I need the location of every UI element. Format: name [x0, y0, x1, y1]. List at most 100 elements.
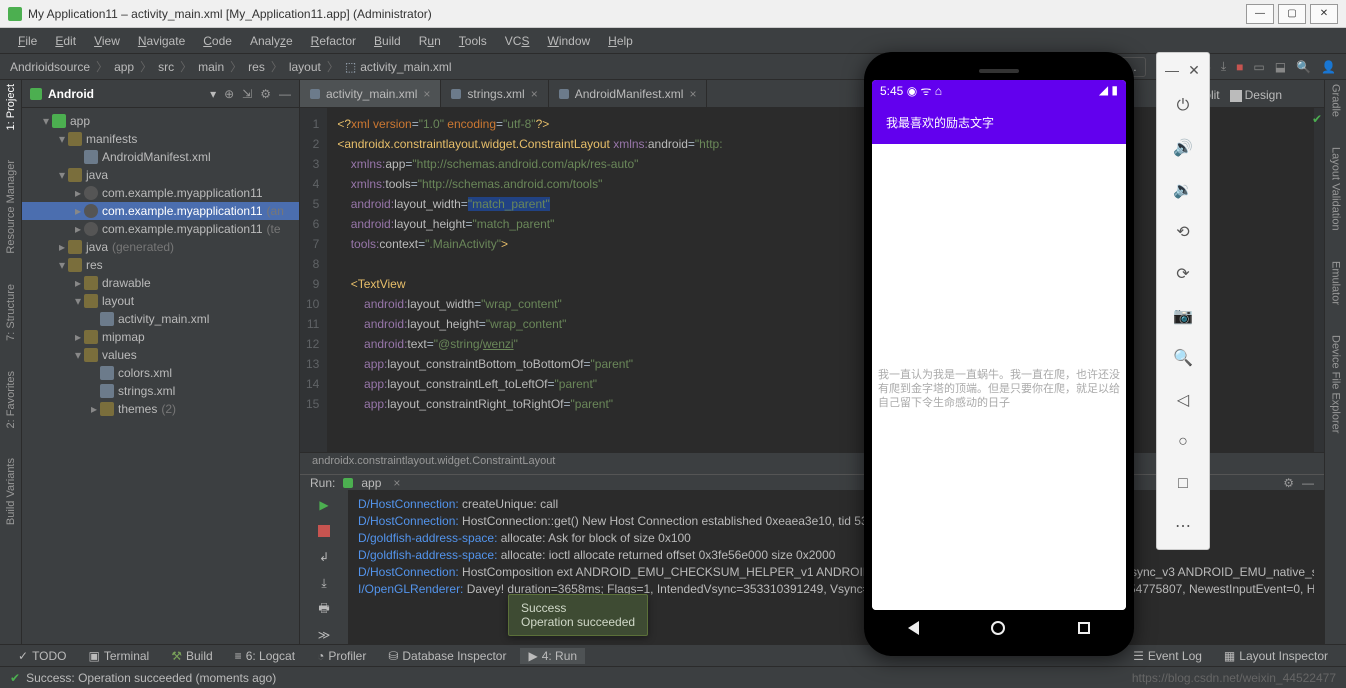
tab-close-icon[interactable]: ×	[423, 87, 430, 101]
breadcrumb-item[interactable]: main	[198, 60, 224, 74]
emu-overview-icon[interactable]: □	[1163, 467, 1203, 501]
tree-item[interactable]: ▸drawable	[22, 274, 299, 292]
tree-item[interactable]: ▸com.example.myapplication11(an	[22, 202, 299, 220]
toolwin-layout-validation[interactable]: Layout Validation	[1330, 147, 1342, 231]
tree-item[interactable]: ▸java(generated)	[22, 238, 299, 256]
breadcrumb-item[interactable]: res	[248, 60, 265, 74]
tool-profiler[interactable]: ◔ Profiler	[309, 648, 374, 664]
chevron-down-icon[interactable]: ▾	[210, 87, 216, 101]
breadcrumb-item[interactable]: Andrioidsource	[10, 60, 90, 74]
menu-vcs[interactable]: VCS	[497, 32, 538, 50]
tab-close-icon[interactable]: ×	[531, 87, 538, 101]
breadcrumb-item[interactable]: src	[158, 60, 174, 74]
toolwin-device-file-explorer[interactable]: Device File Explorer	[1330, 335, 1342, 433]
tree-item[interactable]: colors.xml	[22, 364, 299, 382]
clear-all-button[interactable]: ≫	[315, 626, 333, 644]
menu-navigate[interactable]: Navigate	[130, 32, 193, 50]
tree-item[interactable]: ▸com.example.myapplication11	[22, 184, 299, 202]
toolwin-gradle[interactable]: Gradle	[1330, 84, 1342, 117]
phone-recents-button[interactable]	[1078, 622, 1090, 634]
hide-button[interactable]: —	[1302, 476, 1314, 490]
breadcrumb-item[interactable]: layout	[289, 60, 321, 74]
menu-analyze[interactable]: Analyze	[242, 32, 301, 50]
mode-design[interactable]: Design	[1230, 88, 1282, 102]
tree-item[interactable]: strings.xml	[22, 382, 299, 400]
emu-close-button[interactable]: ✕	[1183, 59, 1205, 81]
emu-power-icon[interactable]: ⏻	[1163, 89, 1203, 123]
breadcrumb-item[interactable]: app	[114, 60, 134, 74]
emu-volume-up-icon[interactable]: 🔊	[1163, 131, 1203, 165]
menu-help[interactable]: Help	[600, 32, 641, 50]
editor-tab[interactable]: activity_main.xml ×	[300, 80, 441, 107]
tree-item[interactable]: ▾res	[22, 256, 299, 274]
editor-tab[interactable]: AndroidManifest.xml ×	[549, 80, 708, 107]
toolwin-emulator[interactable]: Emulator	[1330, 261, 1342, 305]
phone-home-button[interactable]	[991, 621, 1005, 635]
expand-all-icon[interactable]: ⇲	[242, 87, 252, 101]
emu-more-icon[interactable]: ⋯	[1163, 509, 1203, 543]
attach-button[interactable]: ⤓	[1221, 59, 1226, 74]
avatar-icon[interactable]: 👤	[1321, 60, 1336, 74]
tree-item[interactable]: AndroidManifest.xml	[22, 148, 299, 166]
stop-button[interactable]	[315, 522, 333, 540]
tree-item[interactable]: ▸com.example.myapplication11(te	[22, 220, 299, 238]
phone-back-button[interactable]	[908, 621, 919, 635]
menu-view[interactable]: View	[86, 32, 128, 50]
toolwin-favorites[interactable]: 2: Favorites	[5, 371, 17, 428]
tool-terminal[interactable]: ▣ Terminal	[81, 648, 158, 664]
tool-todo[interactable]: ✓ TODO	[10, 648, 75, 664]
gear-icon[interactable]: ⚙	[260, 87, 271, 101]
tool-logcat[interactable]: ≡ 6: Logcat	[227, 648, 303, 664]
tab-close-icon[interactable]: ×	[393, 476, 400, 490]
editor-tab[interactable]: strings.xml ×	[441, 80, 548, 107]
menu-file[interactable]: File	[10, 32, 45, 50]
emu-minimize-button[interactable]: —	[1161, 59, 1183, 81]
tree-item[interactable]: ▾values	[22, 346, 299, 364]
soft-wrap-button[interactable]: ↲	[315, 548, 333, 566]
tool-build[interactable]: Build	[163, 648, 220, 664]
breadcrumb-item[interactable]: activity_main.xml	[360, 60, 451, 74]
phone-screen[interactable]: 5:45 ◉ ᯤ ⌂ ◢ ▮ 我最喜欢的励志文字 我一直认为我是一直蜗牛。我一直…	[872, 80, 1126, 610]
menu-build[interactable]: Build	[366, 32, 409, 50]
toolwin-project[interactable]: 1: Project	[5, 84, 17, 130]
menu-edit[interactable]: Edit	[47, 32, 84, 50]
tool-database[interactable]: ⛁ Database Inspector	[380, 648, 514, 664]
emu-zoom-icon[interactable]: 🔍	[1163, 341, 1203, 375]
tree-item[interactable]: ▾manifests	[22, 130, 299, 148]
editor-scrollbar[interactable]	[1314, 108, 1324, 452]
close-button[interactable]: ✕	[1310, 4, 1338, 24]
emu-volume-down-icon[interactable]: 🔉	[1163, 173, 1203, 207]
emu-rotate-left-icon[interactable]: ⟲	[1163, 215, 1203, 249]
tree-item[interactable]: ▾app	[22, 112, 299, 130]
gear-icon[interactable]: ⚙	[1283, 476, 1294, 490]
tree-item[interactable]: ▾layout	[22, 292, 299, 310]
print-button[interactable]: 🖶	[315, 600, 333, 618]
menu-run[interactable]: Run	[411, 32, 449, 50]
project-tree[interactable]: ▾app▾manifestsAndroidManifest.xml▾java▸c…	[22, 108, 299, 644]
hide-button[interactable]: —	[279, 87, 291, 101]
project-view-selector[interactable]: Android	[48, 87, 206, 101]
stop-button[interactable]: ■	[1236, 60, 1243, 74]
sdk-button[interactable]: ⬓	[1275, 60, 1286, 74]
tree-item[interactable]: ▸mipmap	[22, 328, 299, 346]
minimize-button[interactable]: ―	[1246, 4, 1274, 24]
emu-camera-icon[interactable]: 📷	[1163, 299, 1203, 333]
scroll-to-end-button[interactable]: ⤓	[315, 574, 333, 592]
rerun-button[interactable]: ▶	[315, 496, 333, 514]
tool-run[interactable]: ▶ 4: Run	[520, 648, 585, 664]
tool-layout-inspector[interactable]: ▦ Layout Inspector	[1216, 648, 1336, 664]
toolwin-build-variants[interactable]: Build Variants	[5, 458, 17, 525]
search-icon[interactable]: 🔍	[1296, 60, 1311, 74]
maximize-button[interactable]: ▢	[1278, 4, 1306, 24]
emu-back-icon[interactable]: ◁	[1163, 383, 1203, 417]
tree-item[interactable]: ▾java	[22, 166, 299, 184]
toolwin-structure[interactable]: 7: Structure	[5, 284, 17, 341]
menu-window[interactable]: Window	[539, 32, 598, 50]
avd-button[interactable]: ▭	[1253, 60, 1264, 74]
menu-refactor[interactable]: Refactor	[303, 32, 364, 50]
tree-item[interactable]: ▸themes(2)	[22, 400, 299, 418]
select-opened-icon[interactable]: ⊕	[224, 87, 234, 101]
menu-tools[interactable]: Tools	[451, 32, 495, 50]
emu-rotate-right-icon[interactable]: ⟳	[1163, 257, 1203, 291]
tab-close-icon[interactable]: ×	[689, 87, 696, 101]
